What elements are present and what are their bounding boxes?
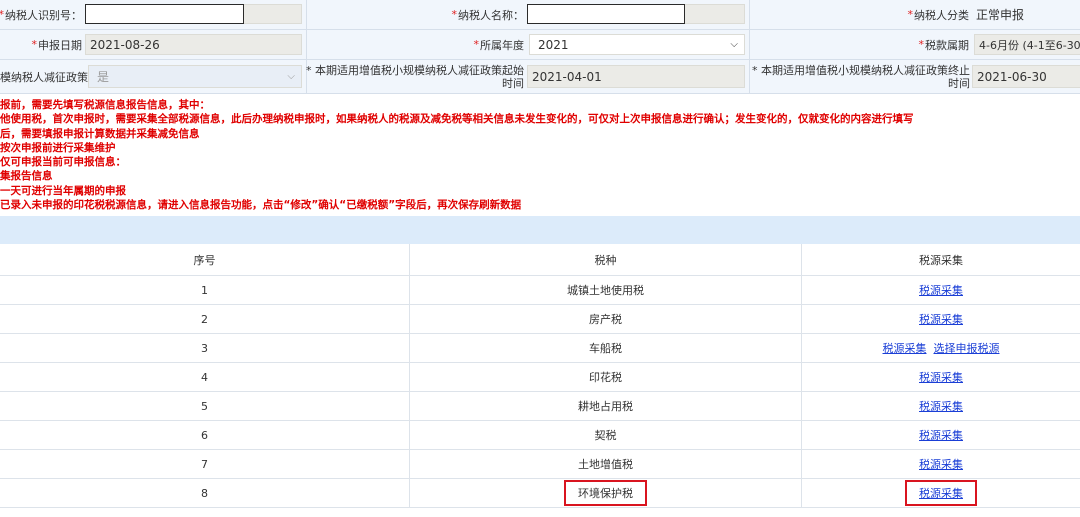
note-line: 集报告信息 [0,170,53,183]
highlighted-tax-type: 环境保护税 [564,480,647,506]
policy-start-field: 2021-04-01 [527,65,745,88]
row-seq: 2 [0,305,410,333]
policy-start-label-line1: * 本期适用增值税小规模纳税人减征政策起始 [306,63,524,77]
row-seq: 7 [0,450,410,478]
row-seq: 1 [0,276,410,304]
row-tax-type: 城镇土地使用税 [410,276,802,304]
collect-link[interactable]: 税源采集 [919,487,963,500]
collect-link[interactable]: 税源采集 [919,427,963,443]
table-row: 4 印花税 税源采集 [0,363,1080,392]
collect-link-highlight: 税源采集 [905,480,977,506]
note-line: 他使用税，首次申报时，需要采集全部税源信息，此后办理纳税申报时，如果纳税人的税源… [0,113,914,126]
table-row: 6 契税 税源采集 [0,421,1080,450]
note-line: 一天可进行当年属期的申报 [0,184,126,197]
row-seq: 4 [0,363,410,391]
table-row: 3 车船税 税源采集 选择申报税源 [0,334,1080,363]
collect-link[interactable]: 税源采集 [883,340,927,356]
collect-link[interactable]: 税源采集 [919,282,963,298]
row-actions: 税源采集 [802,305,1080,333]
table-header-row: 序号 税种 税源采集 [0,244,1080,276]
note-line: 后，需要填报申报计算数据并采集减免信息 [0,127,200,140]
fiscal-year-value: 2021 [538,37,569,52]
form-row-2: * 申报日期 2021-08-26 * 所属年度 2021 ⌵ * 税款属期 4-6月… [0,30,1080,60]
collect-link[interactable]: 税源采集 [919,456,963,472]
policy-value: 是 [97,70,110,84]
table-row: 8 环境保护税 税源采集 [0,479,1080,508]
tax-period-label: * 税款属期 [918,38,970,52]
select-source-link[interactable]: 选择申报税源 [934,340,1000,356]
table-row: 2 房产税 税源采集 [0,305,1080,334]
row-seq: 8 [0,479,410,507]
row-tax-type: 房产税 [410,305,802,333]
collect-link[interactable]: 税源采集 [919,398,963,414]
row-tax-type: 土地增值税 [410,450,802,478]
table-row: 7 土地增值税 税源采集 [0,450,1080,479]
taxpayer-id-label: *纳税人识别号： [0,8,82,22]
row-seq: 5 [0,392,410,420]
row-actions: 税源采集 选择申报税源 [802,334,1080,362]
row-tax-type: 契税 [410,421,802,449]
tax-source-table: 序号 税种 税源采集 1 城镇土地使用税 税源采集 2 房产税 税源采集 3 车… [0,244,1080,508]
note-line: 仅可申报当前可申报信息： [0,156,126,169]
chevron-down-icon: ⌵ [287,71,295,82]
header-source-collect: 税源采集 [919,253,963,267]
taxpayer-category-label: * 纳税人分类 [907,8,970,22]
row-seq: 6 [0,421,410,449]
table-row: 1 城镇土地使用税 税源采集 [0,276,1080,305]
chevron-down-icon: ⌵ [730,39,738,50]
declare-date-label: * 申报日期 [31,38,83,52]
fiscal-year-select[interactable]: 2021 ⌵ [529,34,745,55]
taxpayer-name-readonly-tail [685,4,745,24]
instructions-notes: 报前，需要先填写税源信息报告信息，其中： 他使用税，首次申报时，需要采集全部税源… [0,98,1080,212]
tax-period-field: 4-6月份 (4-1至6-30) [974,34,1080,55]
row-actions: 税源采集 [802,479,1080,507]
row-seq: 3 [0,334,410,362]
form-row-3: 模纳税人减征政策 是 ⌵ * 本期适用增值税小规模纳税人减征政策起始 时间 20… [0,60,1080,94]
row-tax-type: 印花税 [410,363,802,391]
taxpayer-id-readonly-tail [244,4,302,24]
row-tax-type: 耕地占用税 [410,392,802,420]
note-line: 按次申报前进行采集维护 [0,141,116,154]
collect-link[interactable]: 税源采集 [919,369,963,385]
policy-end-label: * 本期适用增值税小规模纳税人减征政策终止 时间 [749,60,970,93]
policy-start-label: * 本期适用增值税小规模纳税人减征政策起始 时间 [306,60,524,93]
row-actions: 税源采集 [802,363,1080,391]
note-line: 已录入未申报的印花税税源信息，请进入信息报告功能，点击“修改”确认“已缴税额”字… [0,199,522,212]
note-line: 报前，需要先填写税源信息报告信息，其中： [0,99,210,111]
row-tax-type: 环境保护税 [410,479,802,507]
row-actions: 税源采集 [802,450,1080,478]
policy-end-label-line1: * 本期适用增值税小规模纳税人减征政策终止 [752,63,970,77]
row-actions: 税源采集 [802,392,1080,420]
policy-start-label-line2: 时间 [502,76,524,90]
fiscal-year-label: * 所属年度 [473,38,525,52]
row-tax-type: 车船税 [410,334,802,362]
declare-date-field: 2021-08-26 [85,34,302,55]
section-header-bar [0,216,1080,244]
declaration-form: *纳税人识别号： *纳税人名称： *纳税人分类 正常申报 *申报日期 2021-… [0,0,1080,94]
policy-select[interactable]: 是 ⌵ [88,65,302,88]
table-row: 5 耕地占用税 税源采集 [0,392,1080,421]
policy-end-label-line2: 时间 [948,76,970,90]
header-tax-type: 税种 [410,244,802,275]
row-actions: 税源采集 [802,276,1080,304]
taxpayer-id-input[interactable] [85,4,244,24]
taxpayer-category-value: 正常申报 [976,8,1025,22]
form-row-1: *纳税人识别号： *纳税人名称： *纳税人分类 正常申报 [0,0,1080,30]
policy-end-field: 2021-06-30 [972,65,1080,88]
header-seq: 序号 [0,244,410,275]
taxpayer-name-input[interactable] [527,4,685,24]
policy-label: 模纳税人减征政策 [0,70,88,84]
row-actions: 税源采集 [802,421,1080,449]
collect-link[interactable]: 税源采集 [919,311,963,327]
taxpayer-name-label: * 纳税人名称： [451,8,525,22]
